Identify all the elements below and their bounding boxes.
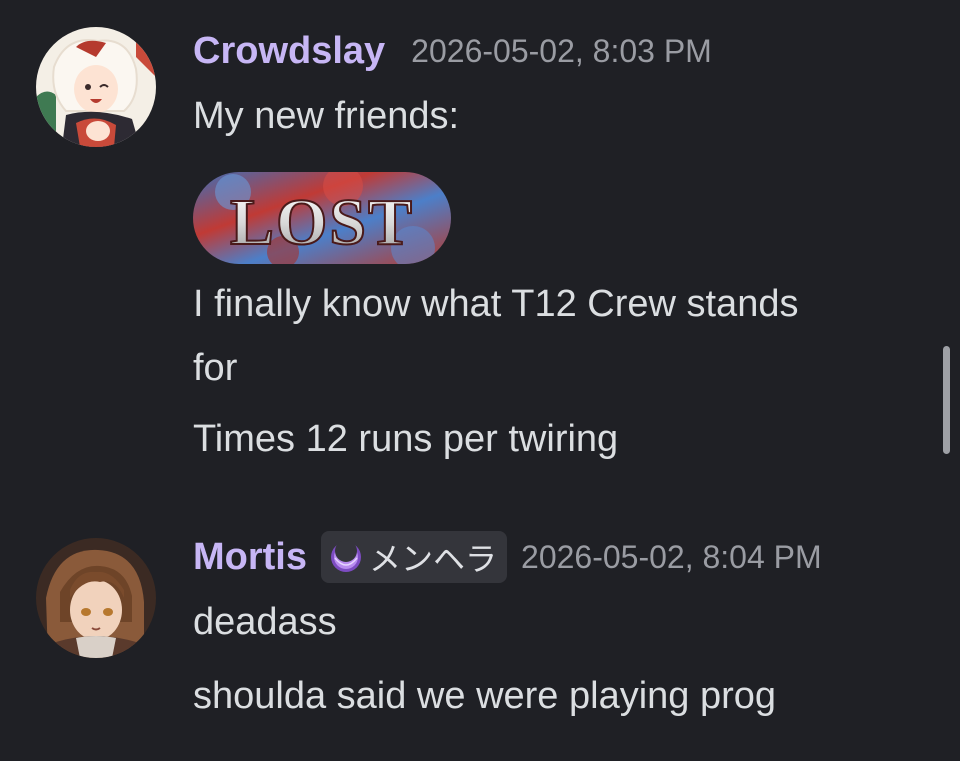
avatar-mortis[interactable] xyxy=(36,538,156,658)
timestamp[interactable]: 2026-05-02, 8:03 PM xyxy=(411,33,712,70)
avatar-crowdslay-image xyxy=(36,27,156,147)
message-header-crowdslay: Crowdslay 2026-05-02, 8:03 PM xyxy=(193,26,712,76)
server-tag-badge[interactable]: メンヘラ xyxy=(321,531,508,583)
message-text-line: My new friends: xyxy=(193,95,460,137)
message-text-line: for xyxy=(193,347,238,389)
username[interactable]: Crowdslay xyxy=(193,30,385,73)
message-mortis: Mortis メンヘラ 2026-05-02, 8:04 PM deadass … xyxy=(0,520,960,761)
custom-emoji-lost[interactable]: LOST xyxy=(193,172,451,264)
message-header-mortis: Mortis メンヘラ 2026-05-02, 8:04 PM xyxy=(193,530,822,584)
scrollbar-thumb[interactable] xyxy=(943,346,950,454)
username[interactable]: Mortis xyxy=(193,536,307,579)
message-text-line: shoulda said we were playing prog xyxy=(193,675,777,717)
server-tag-label: メンヘラ xyxy=(369,540,498,578)
message-text-line: I finally know what T12 Crew stands xyxy=(193,283,799,325)
message-text-line: Times 12 runs per twiring xyxy=(193,418,619,460)
avatar-crowdslay[interactable] xyxy=(36,27,156,147)
avatar-mortis-image xyxy=(36,538,156,658)
timestamp[interactable]: 2026-05-02, 8:04 PM xyxy=(521,539,822,576)
message-crowdslay: Crowdslay 2026-05-02, 8:03 PM My new fri… xyxy=(0,0,960,480)
crescent-moon-icon xyxy=(331,540,361,572)
lost-emoji-icon: LOST xyxy=(193,172,451,264)
message-text-line: deadass xyxy=(193,601,337,643)
lost-emoji-text: LOST xyxy=(230,186,414,259)
